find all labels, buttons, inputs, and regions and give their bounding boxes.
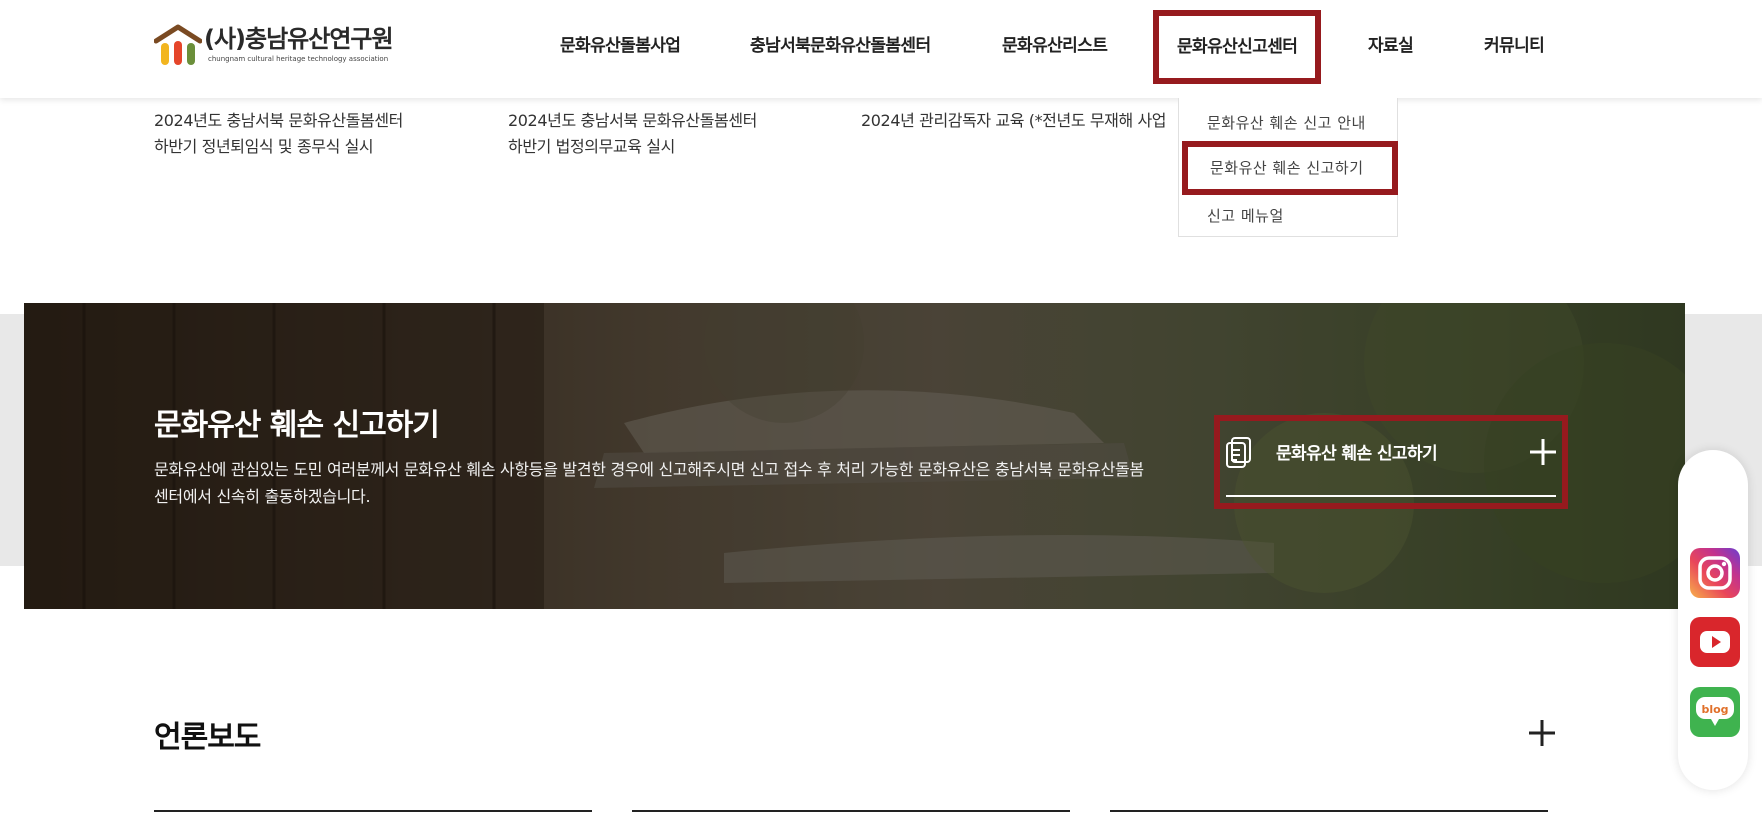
nav-report-center[interactable]: 문화유산신고센터 [1153,10,1322,84]
press-card-divider [154,810,592,812]
nav-community[interactable]: 커뮤니티 [1484,10,1545,84]
news-item[interactable]: 2024년도 충남서북 문화유산돌봄센터 하반기 정년퇴임식 및 종무식 실시 [154,108,403,160]
news-item[interactable]: 2024년도 충남서북 문화유산돌봄센터 하반기 법정의무교육 실시 [508,108,757,160]
nav-archive[interactable]: 자료실 [1368,10,1414,84]
nav-heritage-care[interactable]: 문화유산돌봄사업 [560,10,681,84]
news-line: 2024년도 충남서북 문화유산돌봄센터 [154,111,403,130]
logo-title: (사)충남유산연구원 [204,25,394,53]
news-item[interactable]: 2024년 관리감독자 교육 (*전년도 무재해 사업 [861,108,1181,134]
report-button-inner: 문화유산 훼손 신고하기 [1226,425,1556,497]
report-damage-button[interactable]: 문화유산 훼손 신고하기 [1214,415,1568,509]
plus-icon [1530,439,1556,465]
report-center-dropdown: 문화유산 훼손 신고 안내 문화유산 훼손 신고하기 신고 메뉴얼 [1178,98,1398,237]
dropdown-report-damage[interactable]: 문화유산 훼손 신고하기 [1182,141,1398,195]
news-line: 하반기 정년퇴임식 및 종무식 실시 [154,137,374,156]
news-line: 2024년도 충남서북 문화유산돌봄센터 [508,111,757,130]
house-logo-icon [154,24,202,65]
site-header: (사)충남유산연구원 chungnam cultural heritage te… [0,0,1762,98]
document-icon [1226,437,1251,468]
site-logo[interactable]: (사)충남유산연구원 chungnam cultural heritage te… [154,24,404,72]
blog-icon[interactable]: blog [1690,687,1740,737]
nav-care-center[interactable]: 충남서북문화유산돌봄센터 [750,10,931,84]
press-card-divider [632,810,1070,812]
dropdown-report-guide[interactable]: 문화유산 훼손 신고 안내 [1179,100,1398,146]
blog-icon-text: blog [1701,703,1728,716]
nav-heritage-list[interactable]: 문화유산리스트 [1002,10,1108,84]
report-button-label: 문화유산 훼손 신고하기 [1276,444,1438,464]
press-more-plus-icon[interactable] [1529,720,1555,746]
news-line: 2024년 관리감독자 교육 (*전년도 무재해 사업 [861,111,1167,130]
press-section-title: 언론보도 [154,720,261,755]
banner-description: 문화유산에 관심있는 도민 여러분께서 문화유산 훼손 사항등을 발견한 경우에… [154,460,1144,506]
press-card-divider [1110,810,1548,812]
logo-subtitle: chungnam cultural heritage technology as… [208,55,389,63]
banner-title: 문화유산 훼손 신고하기 [154,408,440,443]
youtube-icon[interactable] [1690,617,1740,667]
news-line: 하반기 법정의무교육 실시 [508,137,675,156]
social-floating-bar: blog [1678,450,1748,790]
instagram-icon[interactable] [1690,548,1740,598]
dropdown-report-manual[interactable]: 신고 메뉴얼 [1179,193,1398,239]
